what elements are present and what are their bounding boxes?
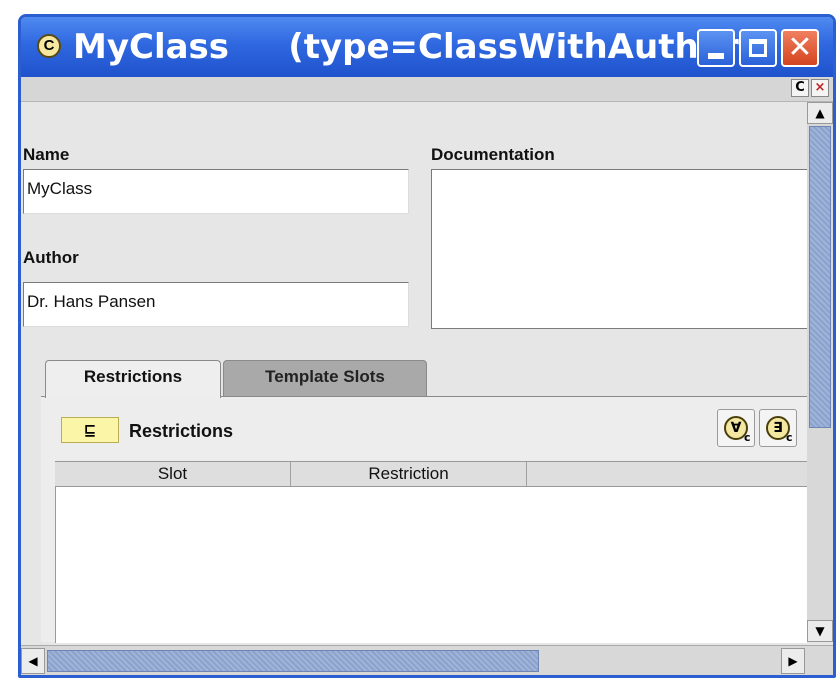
tab-restrictions[interactable]: Restrictions [45,360,221,398]
frame-toolbar: C × [21,77,833,102]
tab-template-slots[interactable]: Template Slots [223,360,427,396]
maximize-button[interactable] [739,29,777,67]
minimize-icon [708,53,724,59]
column-header-slot[interactable]: Slot [55,462,291,486]
class-editor-window: C MyClass (type=ClassWithAuthor) ✕ C × N… [18,14,836,678]
author-label: Author [23,248,79,267]
restrictions-table-header: Slot Restriction [55,461,807,487]
add-universal-restriction-button[interactable]: ∀ c [717,409,755,447]
subclass-icon: ⊑ [61,417,119,443]
horizontal-scrollbar[interactable]: ◀ ▶ [21,645,833,675]
restrictions-table-body[interactable] [55,487,807,643]
name-label: Name [23,145,70,164]
horizontal-scroll-thumb[interactable] [47,650,539,672]
add-existential-restriction-button[interactable]: ∃ c [759,409,797,447]
title-bar[interactable]: C MyClass (type=ClassWithAuthor) ✕ [21,17,833,77]
documentation-label: Documentation [431,145,555,164]
scroll-down-icon[interactable]: ▼ [807,620,833,642]
class-icon: C [37,34,61,58]
window-title: MyClass (type=ClassWithAuthor) [73,27,755,67]
close-icon: ✕ [787,30,813,65]
name-field[interactable]: MyClass [23,169,409,214]
restrictions-panel: ⊑ Restrictions ∀ c ∃ c Slot Restriction [41,396,807,643]
forall-subscript: c [744,431,751,444]
vertical-scrollbar[interactable]: ▲ ▼ [807,102,833,642]
scroll-left-icon[interactable]: ◀ [21,648,45,674]
exists-subscript: c [786,431,793,444]
column-header-empty[interactable] [527,462,807,486]
vertical-scroll-thumb[interactable] [809,126,831,428]
restrictions-title: Restrictions [129,421,234,441]
maximize-icon [749,39,767,57]
column-header-restriction[interactable]: Restriction [291,462,527,486]
create-class-button[interactable]: C [791,79,809,97]
scroll-right-icon[interactable]: ▶ [781,648,805,674]
close-frame-button[interactable]: × [811,79,829,97]
close-button[interactable]: ✕ [781,29,819,67]
documentation-textarea[interactable] [431,169,807,329]
form-content: Name MyClass Documentation Author Dr. Ha… [21,102,807,643]
author-field[interactable]: Dr. Hans Pansen [23,282,409,327]
minimize-button[interactable] [697,29,735,67]
scroll-up-icon[interactable]: ▲ [807,102,833,124]
